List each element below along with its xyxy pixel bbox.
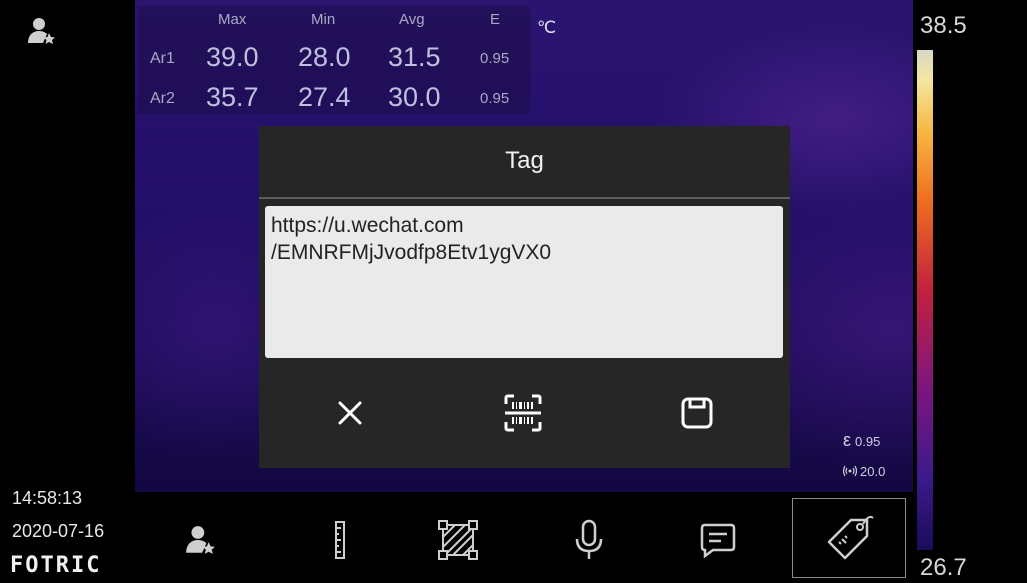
ar2-avg: 30.0 xyxy=(388,82,441,112)
ar1-avg: 31.5 xyxy=(388,42,441,72)
ar2-emissivity: 0.95 xyxy=(480,90,510,107)
measurement-table: Max Min Avg E Ar1 39.0 28.0 31.5 0.95 Ar… xyxy=(138,6,530,114)
distance-signal-icon xyxy=(842,465,858,477)
user-profile-icon[interactable] xyxy=(26,16,56,46)
area-icon xyxy=(438,520,478,560)
brand-logo: FOTRIC xyxy=(10,553,102,578)
toolbar-tag-button[interactable] xyxy=(792,498,906,578)
emissivity-info: ε 0.95 xyxy=(843,430,880,451)
ruler-icon xyxy=(335,521,345,559)
distance-value: 20.0 xyxy=(860,464,886,479)
emissivity-value: 0.95 xyxy=(855,434,881,449)
color-palette-bar[interactable] xyxy=(917,50,933,550)
ar2-max: 35.7 xyxy=(206,82,259,112)
toolbar-voice-button[interactable] xyxy=(554,505,624,575)
user-icon xyxy=(186,526,215,554)
tag-dialog: Tag https://u.wechat.com /EMNRFMjJvodfp8… xyxy=(259,126,790,468)
header-min: Min xyxy=(311,11,336,28)
cancel-button[interactable] xyxy=(328,391,372,435)
tag-icon xyxy=(827,515,874,560)
ar2-min: 27.4 xyxy=(298,82,351,112)
header-max: Max xyxy=(218,11,247,28)
scan-button[interactable] xyxy=(501,391,545,435)
microphone-icon xyxy=(575,519,603,559)
distance-info: 20.0 xyxy=(842,464,886,479)
dialog-title: Tag xyxy=(505,147,544,174)
save-icon xyxy=(681,397,713,429)
toolbar-user-button[interactable] xyxy=(165,505,235,575)
close-icon xyxy=(338,401,362,425)
toolbar-ruler-button[interactable] xyxy=(305,505,375,575)
save-button[interactable] xyxy=(675,391,719,435)
scale-max-value[interactable]: 38.5 xyxy=(920,12,967,40)
barcode-scan-icon xyxy=(504,394,542,432)
dialog-divider xyxy=(259,197,790,199)
date-display: 2020-07-16 xyxy=(12,521,105,541)
temperature-unit: ℃ xyxy=(537,18,557,37)
comment-icon xyxy=(700,523,736,559)
ar1-max: 39.0 xyxy=(206,42,259,72)
toolbar-area-button[interactable] xyxy=(423,505,493,575)
ar1-min: 28.0 xyxy=(298,42,351,72)
time-display: 14:58:13 xyxy=(12,488,83,508)
header-avg: Avg xyxy=(399,11,425,28)
epsilon-icon: ε xyxy=(843,430,852,450)
toolbar-comment-button[interactable] xyxy=(683,505,753,575)
tag-text-input[interactable]: https://u.wechat.com /EMNRFMjJvodfp8Etv1… xyxy=(265,206,783,358)
row-label: Ar2 xyxy=(150,90,175,107)
scale-min-value[interactable]: 26.7 xyxy=(920,554,967,582)
header-e: E xyxy=(490,11,501,28)
row-label: Ar1 xyxy=(150,50,175,67)
ar1-emissivity: 0.95 xyxy=(480,50,510,67)
